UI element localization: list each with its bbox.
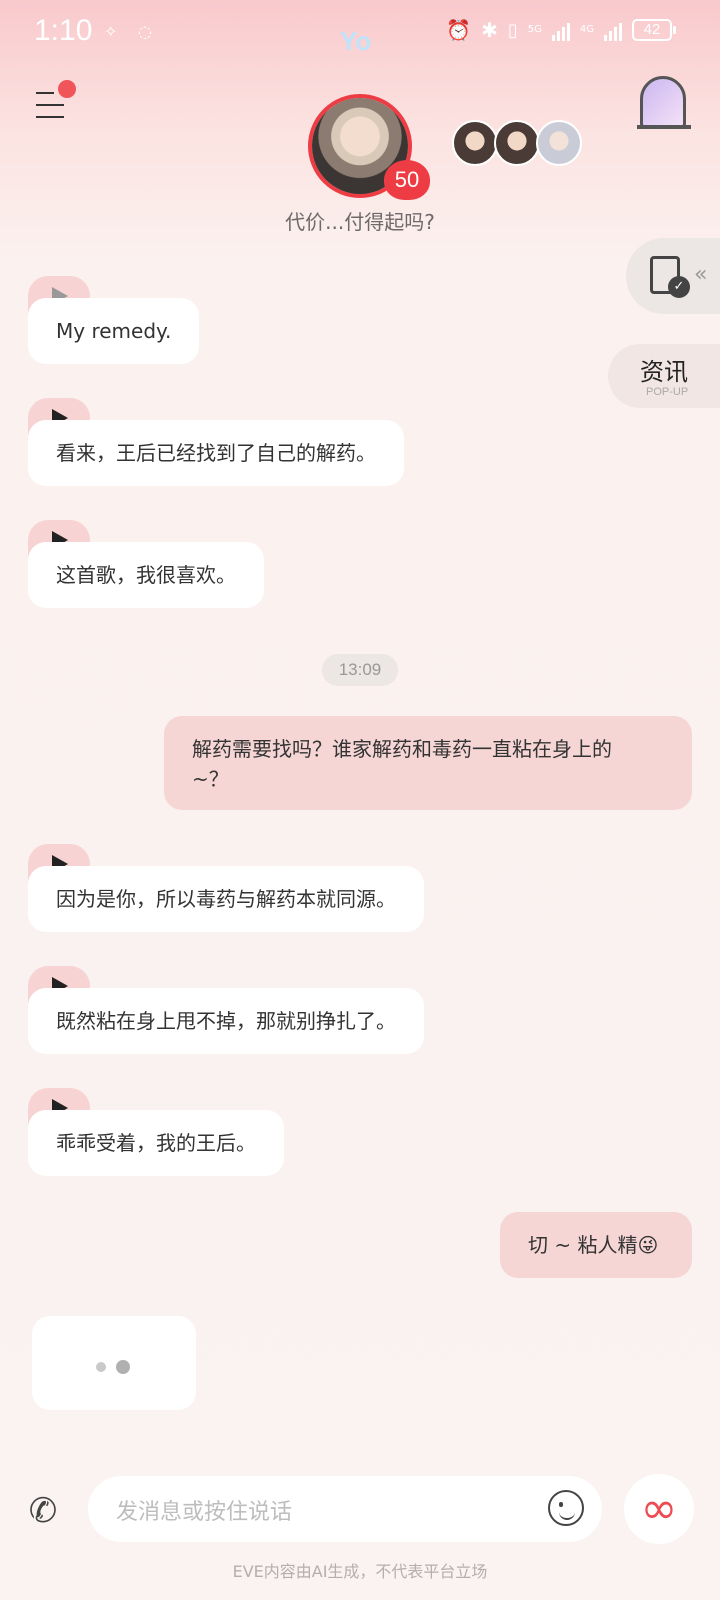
ai-message[interactable]: 这首歌，我很喜欢。 — [28, 542, 264, 608]
signal-icon-2 — [604, 19, 622, 41]
emoji-icon[interactable] — [548, 1490, 584, 1526]
typing-indicator — [32, 1316, 196, 1410]
user-message-line-2: ~？ — [192, 767, 229, 791]
alarm-icon: ⏰ — [446, 18, 472, 42]
user-message[interactable]: 解药需要找吗？谁家解药和毒药一直粘在身上的 ~？ — [164, 716, 692, 810]
room-window-icon[interactable] — [637, 76, 691, 129]
collapse-arrow-icon: « — [694, 262, 708, 287]
phone-icon[interactable]: ✆ — [22, 1490, 64, 1532]
user-message[interactable]: 切 ~ 粘人精😜 — [500, 1212, 692, 1278]
ai-message[interactable]: 看来，王后已经找到了自己的解药。 — [28, 420, 404, 486]
news-label: 资讯 — [640, 358, 688, 386]
character-avatar-1[interactable] — [452, 120, 498, 166]
notification-icon: ◌ — [138, 22, 152, 41]
battery-icon: 42 — [632, 19, 676, 41]
ai-message[interactable]: 既然粘在身上甩不掉，那就别挣扎了。 — [28, 988, 424, 1054]
character-subtitle: 代价...付得起吗? — [285, 210, 435, 234]
character-avatar-3[interactable] — [536, 120, 582, 166]
character-avatar-2[interactable] — [494, 120, 540, 166]
signal-icon — [551, 19, 570, 41]
vibrate-icon: ▯ — [507, 19, 518, 41]
status-icons: ⏰ ✱ ▯ 5G 4G 42 — [446, 18, 676, 42]
input-placeholder: 发消息或按住说话 — [116, 1500, 293, 1525]
network-4g: 4G — [579, 24, 594, 35]
status-bar: 1:10 ✧ ◌ Yo ⏰ ✱ ▯ 5G 4G 42 — [0, 0, 720, 70]
bluetooth-icon: ✱ — [481, 18, 498, 42]
sparkle-icon: ✧ — [104, 22, 118, 41]
memo-button[interactable]: ✓ « — [626, 238, 720, 314]
news-sublabel: POP-UP — [646, 386, 689, 398]
status-center-label: Yo — [340, 26, 372, 56]
status-time: 1:10 — [34, 14, 93, 47]
message-timestamp: 13:09 — [322, 654, 398, 686]
infinity-icon[interactable]: ∞ — [624, 1474, 694, 1544]
ai-message[interactable]: 乖乖受着，我的王后。 — [28, 1110, 284, 1176]
ai-message[interactable]: 因为是你，所以毒药与解药本就同源。 — [28, 866, 424, 932]
character-switcher[interactable] — [452, 120, 582, 166]
notification-dot — [58, 80, 76, 98]
news-button[interactable]: 资讯 POP-UP — [608, 344, 720, 408]
network-5g: 5G — [527, 24, 542, 35]
heart-level-badge: 50 — [384, 160, 430, 200]
check-icon: ✓ — [668, 276, 690, 298]
ai-disclaimer: EVE内容由AI生成，不代表平台立场 — [232, 1562, 488, 1581]
user-message-line-1: 解药需要找吗？谁家解药和毒药一直粘在身上的 — [192, 737, 612, 761]
ai-message[interactable]: My remedy. — [28, 298, 200, 364]
message-input[interactable]: 发消息或按住说话 — [88, 1476, 602, 1542]
